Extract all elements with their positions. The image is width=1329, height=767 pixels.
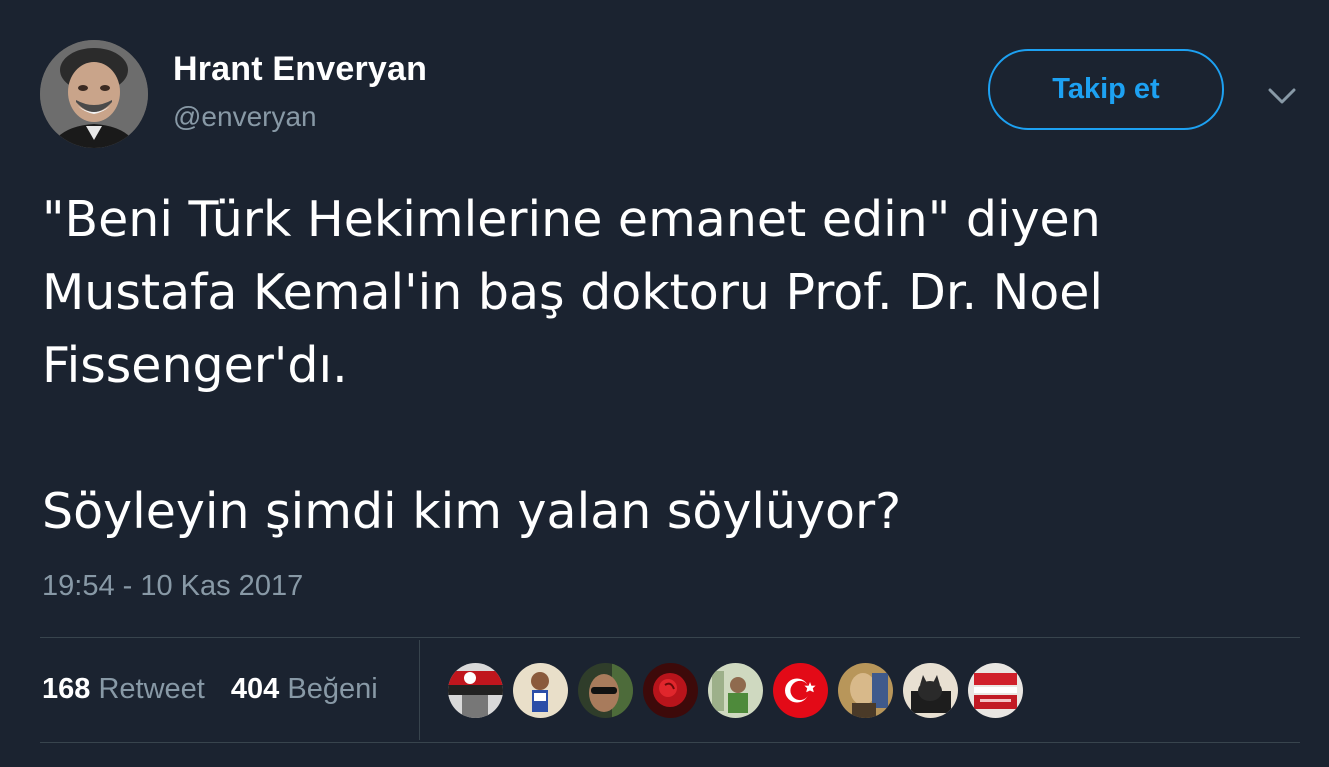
divider — [40, 742, 1300, 743]
divider — [40, 637, 1300, 638]
tweet-text-line: Mustafa Kemal'in baş doktoru Prof. Dr. N… — [42, 264, 1104, 321]
liker-avatar-portrait[interactable] — [838, 663, 893, 718]
like-count: 404 — [230, 673, 280, 705]
tweet-timestamp[interactable]: 19:54 - 10 Kas 2017 — [42, 570, 303, 603]
liker-avatar-runner[interactable] — [513, 663, 568, 718]
follow-button[interactable]: Takip et — [988, 49, 1224, 130]
like-stat[interactable]: 404 Beğeni — [231, 673, 378, 705]
tweet-text: "Beni Türk Hekimlerine emanet edin" diye… — [42, 183, 1302, 548]
stats-divider — [419, 640, 420, 740]
liker-avatar-flag[interactable] — [448, 663, 503, 718]
user-handle[interactable]: @enveryan — [173, 101, 317, 133]
like-label: Beğeni — [287, 673, 378, 705]
tweet-stats: 168 Retweet 404 Beğeni — [42, 673, 396, 706]
liker-avatar-green-photo[interactable] — [708, 663, 763, 718]
liker-avatar-sunglasses[interactable] — [578, 663, 633, 718]
tweet-text-line: Söyleyin şimdi kim yalan söylüyor? — [42, 483, 902, 540]
liker-avatar-turkish-flag[interactable] — [773, 663, 828, 718]
user-display-name[interactable]: Hrant Enveryan — [173, 50, 427, 89]
retweet-stat[interactable]: 168 Retweet — [42, 673, 205, 705]
retweet-count: 168 — [42, 673, 91, 705]
liker-avatar-red-sign[interactable] — [968, 663, 1023, 718]
user-avatar[interactable] — [40, 40, 148, 148]
liker-avatar-cat[interactable] — [903, 663, 958, 718]
tweet-text-line: "Beni Türk Hekimlerine emanet edin" diye… — [42, 191, 1101, 248]
liker-avatars — [448, 663, 1023, 718]
chevron-down-icon[interactable] — [1266, 84, 1298, 108]
tweet-text-line: Fissenger'dı. — [42, 337, 348, 394]
retweet-label: Retweet — [98, 673, 205, 705]
liker-avatar-rose[interactable] — [643, 663, 698, 718]
tweet-card: Hrant Enveryan @enveryan Takip et "Beni … — [0, 0, 1329, 767]
